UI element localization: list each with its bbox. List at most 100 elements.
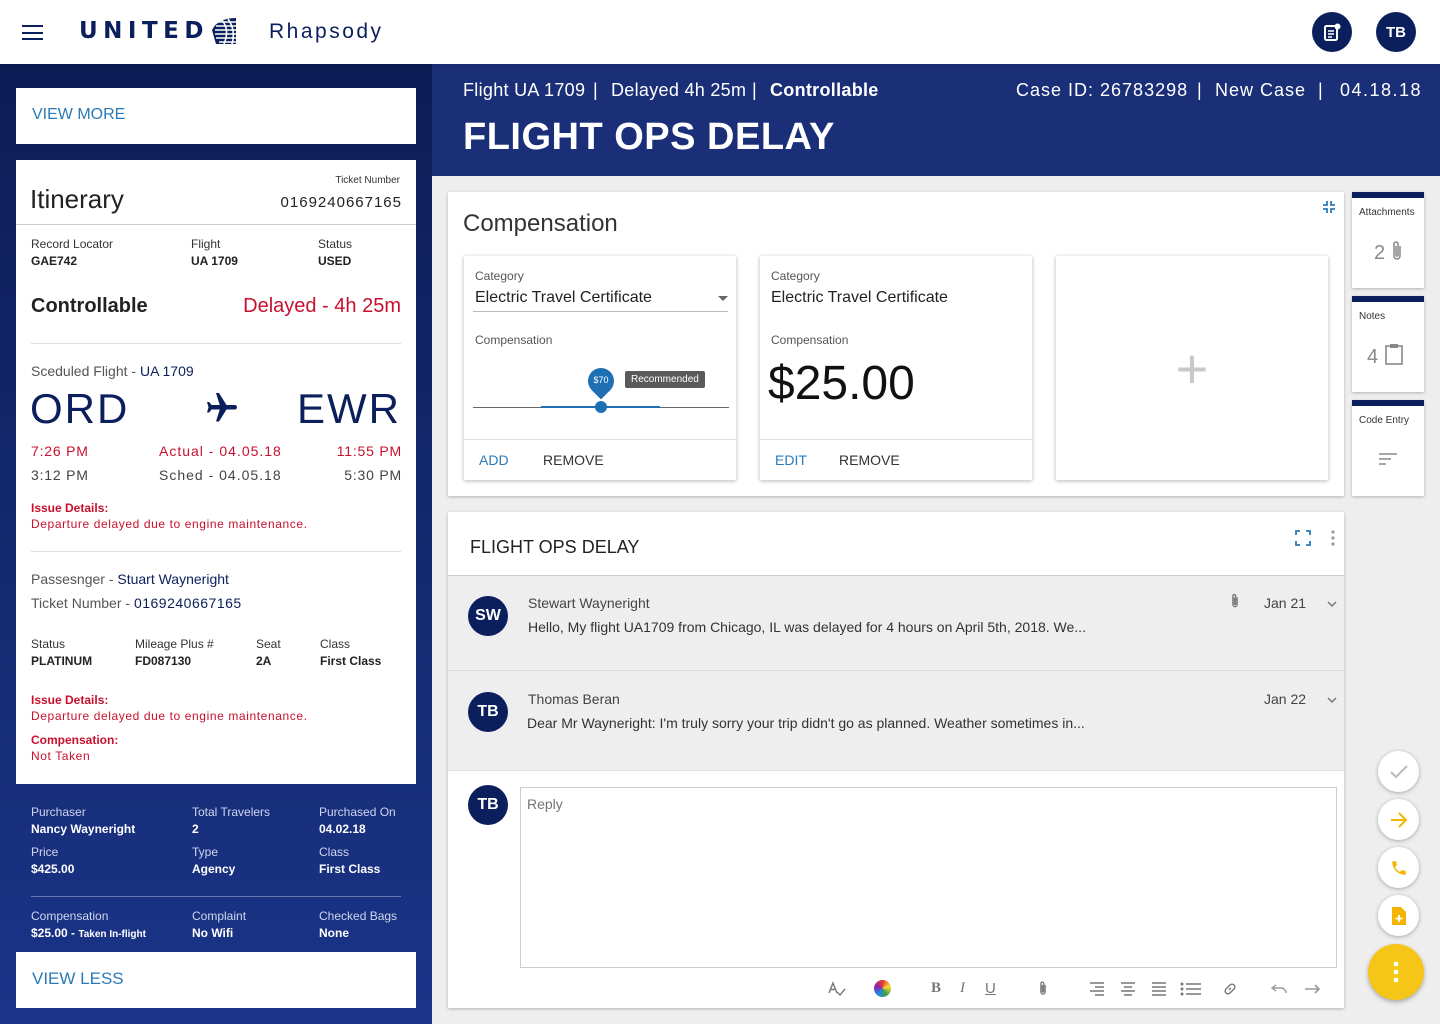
message-preview: Hello, My flight UA1709 from Chicago, IL…: [528, 619, 1086, 635]
link-icon[interactable]: [1222, 981, 1238, 997]
bold-icon[interactable]: B: [931, 980, 941, 997]
brand-logo: UNITED: [79, 18, 209, 44]
attach-icon[interactable]: [1038, 980, 1048, 997]
passenger-class: Class First Class: [320, 637, 382, 668]
italic-icon[interactable]: I: [960, 980, 965, 997]
underline-icon[interactable]: U: [985, 980, 996, 997]
flight-number: Flight UA 1709: [191, 237, 238, 268]
delay-label: Delayed - 4h 25m: [243, 295, 401, 317]
paperclip-icon: [1232, 593, 1238, 608]
slider-value: $70: [593, 375, 609, 385]
align-center-icon[interactable]: [1120, 982, 1136, 996]
more-vert-icon: [1393, 961, 1399, 983]
notes-add-button[interactable]: [1312, 12, 1352, 52]
user-avatar[interactable]: TB: [1376, 12, 1416, 52]
arrival-scheduled-time: 5:30 PM: [344, 467, 402, 483]
chevron-down-icon[interactable]: [1327, 696, 1337, 704]
menu-icon[interactable]: [22, 25, 43, 40]
divider: [31, 343, 401, 344]
message-preview: Dear Mr Wayneright: I'm truly sorry your…: [527, 715, 1085, 731]
separator: |: [1318, 80, 1323, 100]
destination-code: EWR: [297, 385, 401, 432]
passenger-ticket: Ticket Number - 0169240667165: [31, 595, 242, 611]
avatar: TB: [468, 692, 508, 732]
issue-details-text: Departure delayed due to engine maintena…: [31, 517, 308, 531]
notes-tab[interactable]: Notes 4: [1352, 296, 1424, 392]
departure-actual-time: 7:26 PM: [31, 443, 89, 459]
expand-icon[interactable]: [1295, 530, 1311, 546]
new-document-button[interactable]: [1378, 895, 1419, 936]
compensation-amount: $25.00: [768, 357, 915, 410]
add-button[interactable]: ADD: [479, 452, 509, 468]
color-picker-icon[interactable]: [874, 980, 891, 997]
chevron-down-icon[interactable]: [1327, 600, 1337, 608]
check-icon: [1389, 764, 1408, 778]
view-more-link[interactable]: VIEW MORE: [16, 88, 416, 144]
separator: |: [593, 80, 598, 100]
compensation-card-editable: Category Electric Travel Certificate Com…: [464, 256, 736, 480]
category-select[interactable]: Electric Travel Certificate: [475, 289, 652, 307]
align-justify-icon[interactable]: [1151, 982, 1167, 996]
document-add-icon: [1391, 906, 1406, 925]
lines-icon: [1379, 453, 1397, 465]
code-entry-tab[interactable]: Code Entry: [1352, 400, 1424, 496]
passenger-name: Passesnger - Stuart Wayneright: [31, 571, 229, 587]
departure-scheduled-time: 3:12 PM: [31, 467, 89, 483]
redo-icon[interactable]: [1304, 983, 1322, 995]
spellcheck-icon[interactable]: [828, 981, 846, 997]
align-right-icon[interactable]: [1089, 982, 1105, 996]
app-name: Rhapsody: [269, 20, 384, 43]
case-id: Case ID: 26783298: [1016, 80, 1189, 100]
notes-label: Notes: [1359, 311, 1386, 322]
forward-button[interactable]: [1378, 799, 1419, 840]
header-controllable: Controllable: [770, 80, 879, 100]
more-vert-icon[interactable]: [1330, 529, 1336, 547]
purchase-class: Class First Class: [319, 845, 381, 876]
slider-thumb[interactable]: [595, 401, 607, 413]
bullet-list-icon[interactable]: [1180, 982, 1202, 996]
remove-button[interactable]: REMOVE: [543, 452, 604, 468]
purchase-compensation: Compensation $25.00 - Taken In-flight: [31, 909, 146, 940]
scheduled-flight: Sceduled Flight - UA 1709: [31, 363, 194, 379]
view-less-link[interactable]: VIEW LESS: [16, 952, 416, 1008]
purchase-summary: Purchaser Nancy Wayneright Total Traveler…: [16, 784, 416, 952]
purchase-type: Type Agency: [192, 845, 236, 876]
call-button[interactable]: [1378, 847, 1419, 888]
passenger-status: Status PLATINUM: [31, 637, 93, 668]
add-compensation-card[interactable]: +: [1056, 256, 1328, 480]
category-value: Electric Travel Certificate: [771, 289, 948, 306]
arrow-right-icon: [1390, 811, 1407, 828]
collapse-icon[interactable]: [1321, 199, 1337, 215]
arrival-actual-time: 11:55 PM: [336, 443, 402, 459]
divider: [31, 551, 401, 552]
globe-logo-icon: [212, 18, 242, 45]
divider: [31, 896, 401, 897]
undo-icon[interactable]: [1271, 983, 1287, 995]
purchaser: Purchaser Nancy Wayneright: [31, 805, 136, 836]
compensation-label: Compensation: [771, 333, 849, 347]
issue-details-label: Issue Details:: [31, 501, 109, 515]
reply-avatar: TB: [468, 785, 508, 825]
chevron-down-icon[interactable]: [718, 296, 728, 301]
message-item[interactable]: TB Thomas Beran Dear Mr Wayneright: I'm …: [448, 671, 1344, 771]
total-travelers: Total Travelers 2: [192, 805, 271, 836]
separator: |: [1197, 80, 1202, 100]
phone-icon: [1391, 860, 1406, 875]
page-title: FLIGHT OPS DELAY: [463, 116, 835, 158]
reply-input[interactable]: [520, 787, 1337, 968]
resolve-button[interactable]: [1378, 751, 1419, 792]
thread-title: FLIGHT OPS DELAY: [470, 537, 640, 557]
divider: [16, 224, 416, 225]
more-actions-button[interactable]: [1368, 944, 1424, 1000]
compensation-card-saved: Category Electric Travel Certificate Com…: [760, 256, 1032, 480]
edit-button[interactable]: EDIT: [775, 452, 807, 468]
remove-button[interactable]: REMOVE: [839, 452, 900, 468]
clipboard-icon: [1385, 344, 1403, 365]
avatar: SW: [468, 596, 508, 636]
ticket-number: 0169240667165: [280, 194, 402, 211]
case-header: Flight UA 1709 | Delayed 4h 25m | Contro…: [432, 64, 1440, 176]
message-item[interactable]: SW Stewart Wayneright Hello, My flight U…: [448, 576, 1344, 671]
mileage-plus: Mileage Plus # FD087130: [135, 637, 214, 668]
attachments-tab[interactable]: Attachments 2: [1352, 192, 1424, 288]
passenger-issue-label: Issue Details:: [31, 693, 109, 707]
